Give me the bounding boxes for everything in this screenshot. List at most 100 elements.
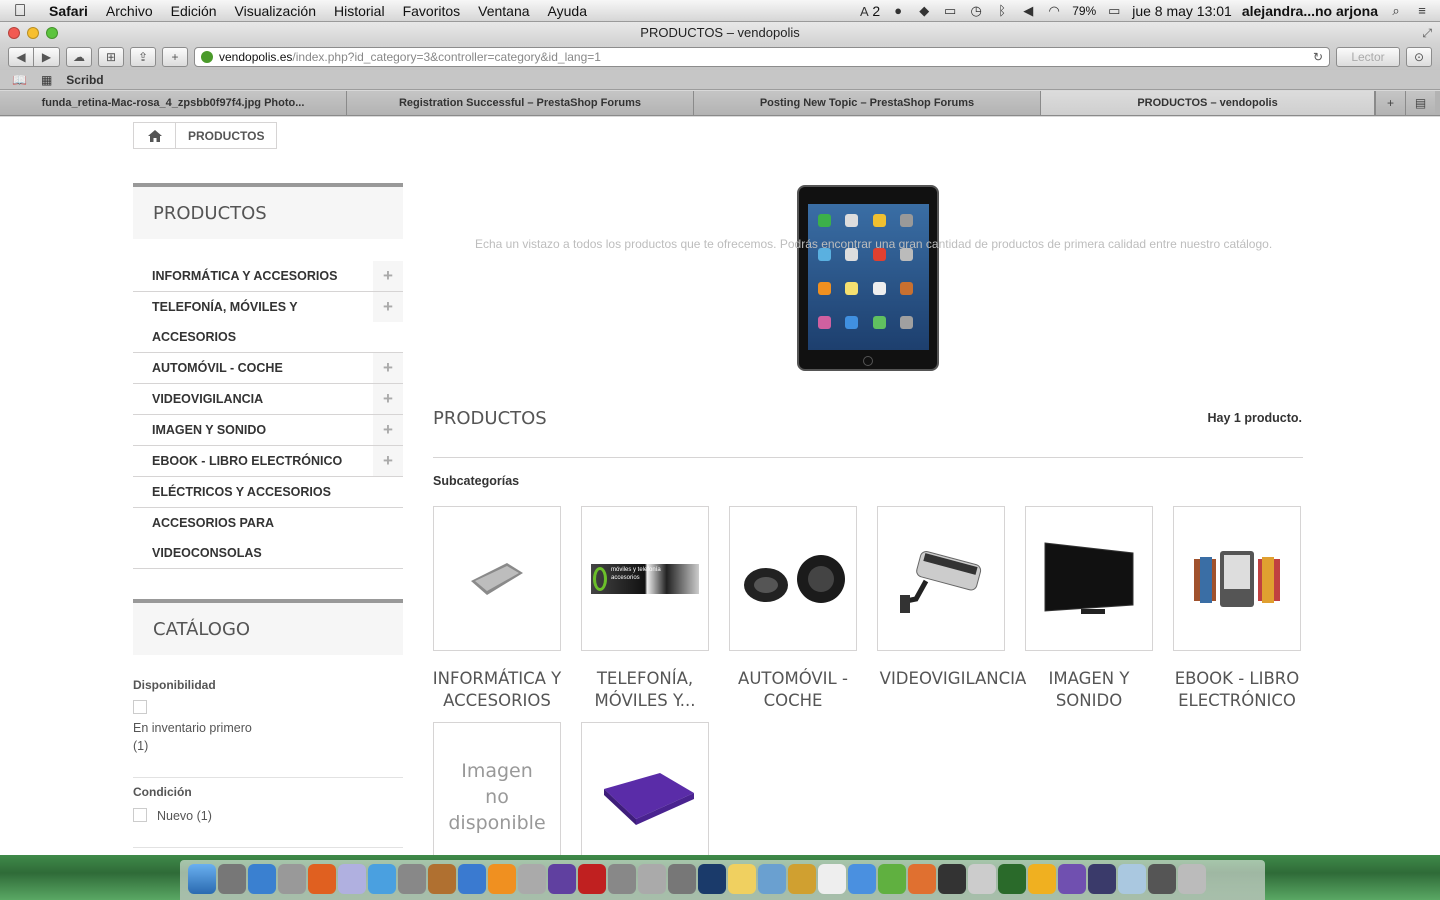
menu-safari[interactable]: Safari [40, 3, 97, 19]
app-icon-purple[interactable] [1058, 864, 1086, 894]
keynote-icon[interactable] [758, 864, 786, 894]
add-bookmark-button[interactable]: + [162, 47, 188, 67]
charts-icon[interactable] [788, 864, 816, 894]
image-capture-icon[interactable] [668, 864, 696, 894]
iphoto-icon[interactable] [518, 864, 546, 894]
notes-icon[interactable] [728, 864, 756, 894]
bookmark-scribd[interactable]: Scribd [66, 73, 103, 87]
back-button[interactable]: ◀ [8, 47, 34, 67]
tab-photo[interactable]: funda_retina-Mac-rosa_4_zpsbb0f97f4.jpg … [0, 91, 347, 115]
reader-button[interactable]: Lector [1336, 47, 1400, 67]
app-store-icon[interactable] [248, 864, 276, 894]
subcategory-name-imagen-sonido[interactable]: IMAGEN Y SONIDO [1015, 668, 1163, 712]
downloads-stack-icon[interactable] [1148, 864, 1176, 894]
tab-registration[interactable]: Registration Successful – PrestaShop For… [347, 91, 694, 115]
ibooks-icon[interactable] [488, 864, 516, 894]
user-name[interactable]: alejandra...no arjona [1242, 3, 1378, 19]
subcategory-image-automovil[interactable] [729, 506, 857, 651]
category-item[interactable]: IMAGEN Y SONIDO + [133, 415, 403, 446]
utility-icon[interactable] [638, 864, 666, 894]
facetime-icon[interactable] [398, 864, 426, 894]
app-icon-light[interactable] [968, 864, 996, 894]
subcategory-name-automovil[interactable]: AUTOMÓVIL - COCHE [719, 668, 867, 712]
expand-plus-icon[interactable]: + [373, 415, 403, 445]
dropbox-icon[interactable]: ◆ [916, 3, 932, 19]
expand-plus-icon[interactable]: + [373, 384, 403, 414]
app-icon-navy[interactable] [1088, 864, 1116, 894]
transmit-icon[interactable] [908, 864, 936, 894]
dashboard-icon[interactable] [218, 864, 246, 894]
tab-posting[interactable]: Posting New Topic – PrestaShop Forums [694, 91, 1041, 115]
subcategory-image-ebook[interactable] [1173, 506, 1301, 651]
close-window-button[interactable] [8, 27, 20, 39]
app-icon-dark[interactable] [938, 864, 966, 894]
system-preferences-icon[interactable] [608, 864, 636, 894]
battery-percent[interactable]: 79% [1072, 4, 1096, 18]
expand-plus-icon[interactable]: + [373, 292, 403, 322]
minimize-window-button[interactable] [27, 27, 39, 39]
expand-plus-icon[interactable]: + [373, 446, 403, 476]
category-item[interactable]: TELEFONÍA, MÓVILES Y ACCESORIOS + [133, 292, 403, 353]
category-item[interactable]: ELÉCTRICOS Y ACCESORIOS [133, 477, 403, 508]
imovie-icon[interactable] [548, 864, 576, 894]
availability-option[interactable]: En inventario primero [133, 721, 252, 735]
battery-icon[interactable]: ▭ [1106, 3, 1122, 19]
wifi-icon[interactable]: ◠ [1046, 3, 1062, 19]
icloud-tabs-button[interactable]: ☁ [66, 47, 92, 67]
tab-productos[interactable]: PRODUCTOS – vendopolis [1041, 91, 1375, 115]
dreamweaver-icon[interactable] [848, 864, 876, 894]
bluetooth-icon[interactable]: ᛒ [994, 3, 1010, 18]
forward-button[interactable]: ▶ [34, 47, 60, 67]
reading-list-button[interactable]: ⊞ [98, 47, 124, 67]
subcategory-image-imagen-sonido[interactable] [1025, 506, 1153, 651]
category-item[interactable]: EBOOK - LIBRO ELECTRÓNICO + [133, 446, 403, 477]
subcategory-name-informatica[interactable]: INFORMÁTICA Y ACCESORIOS [423, 668, 571, 712]
top-sites-grid-icon[interactable]: ▦ [41, 73, 52, 87]
preview-icon[interactable] [338, 864, 366, 894]
open-book-icon[interactable]: 📖 [12, 73, 27, 87]
zoom-window-button[interactable] [46, 27, 58, 39]
condition-new-checkbox[interactable] [133, 808, 147, 822]
trash-icon[interactable] [1178, 864, 1206, 894]
airplay-icon[interactable]: ▭ [942, 3, 958, 19]
subcategory-name-telefonia[interactable]: TELEFONÍA, MÓVILES Y... [571, 668, 719, 712]
category-item[interactable]: VIDEOVIGILANCIA + [133, 384, 403, 415]
subcategory-image-placeholder[interactable]: Imagen no disponible [433, 722, 561, 855]
document-icon[interactable] [818, 864, 846, 894]
subcategory-image-consolas[interactable] [581, 722, 709, 855]
time-machine-icon[interactable]: ◷ [968, 3, 984, 19]
fullscreen-icon[interactable]: ⤢ [1422, 22, 1432, 44]
tab-overview-button[interactable]: ▤ [1405, 91, 1435, 115]
share-button[interactable]: ⇪ [130, 47, 156, 67]
menu-visualizacion[interactable]: Visualización [226, 3, 325, 19]
finder-icon[interactable] [188, 864, 216, 894]
address-bar[interactable]: vendopolis.es/index.php?id_category=3&co… [194, 47, 1330, 67]
spotlight-icon[interactable]: ⌕ [1388, 3, 1404, 19]
category-item[interactable]: ACCESORIOS PARA VIDEOCONSOLAS [133, 508, 403, 569]
subcategory-name-videovigilancia[interactable]: VIDEOVIGILANCIA [868, 668, 1038, 690]
notification-center-icon[interactable]: ≡ [1414, 3, 1430, 18]
menu-edicion[interactable]: Edición [162, 3, 226, 19]
photo-booth-icon[interactable] [578, 864, 606, 894]
skype-icon[interactable]: ● [890, 3, 906, 18]
itunes-icon[interactable] [458, 864, 486, 894]
applications-folder-icon[interactable] [1118, 864, 1146, 894]
menu-ventana[interactable]: Ventana [469, 3, 538, 19]
launchpad-icon[interactable] [278, 864, 306, 894]
menu-historial[interactable]: Historial [325, 3, 394, 19]
safari-icon[interactable] [368, 864, 396, 894]
expand-plus-icon[interactable]: + [373, 261, 403, 291]
expand-plus-icon[interactable]: + [373, 353, 403, 383]
menu-archivo[interactable]: Archivo [97, 3, 162, 19]
filezilla-icon[interactable] [878, 864, 906, 894]
category-item[interactable]: AUTOMÓVIL - COCHE + [133, 353, 403, 384]
volume-icon[interactable]: ◀ [1020, 3, 1036, 19]
home-icon[interactable] [134, 123, 176, 148]
menu-ayuda[interactable]: Ayuda [539, 3, 596, 19]
subcategory-image-informatica[interactable] [433, 506, 561, 651]
new-tab-button[interactable]: + [1375, 91, 1405, 115]
subcategory-name-ebook[interactable]: EBOOK - LIBRO ELECTRÓNICO [1163, 668, 1311, 712]
garageband-icon[interactable] [428, 864, 456, 894]
app-icon-green[interactable] [998, 864, 1026, 894]
firefox-icon[interactable] [308, 864, 336, 894]
